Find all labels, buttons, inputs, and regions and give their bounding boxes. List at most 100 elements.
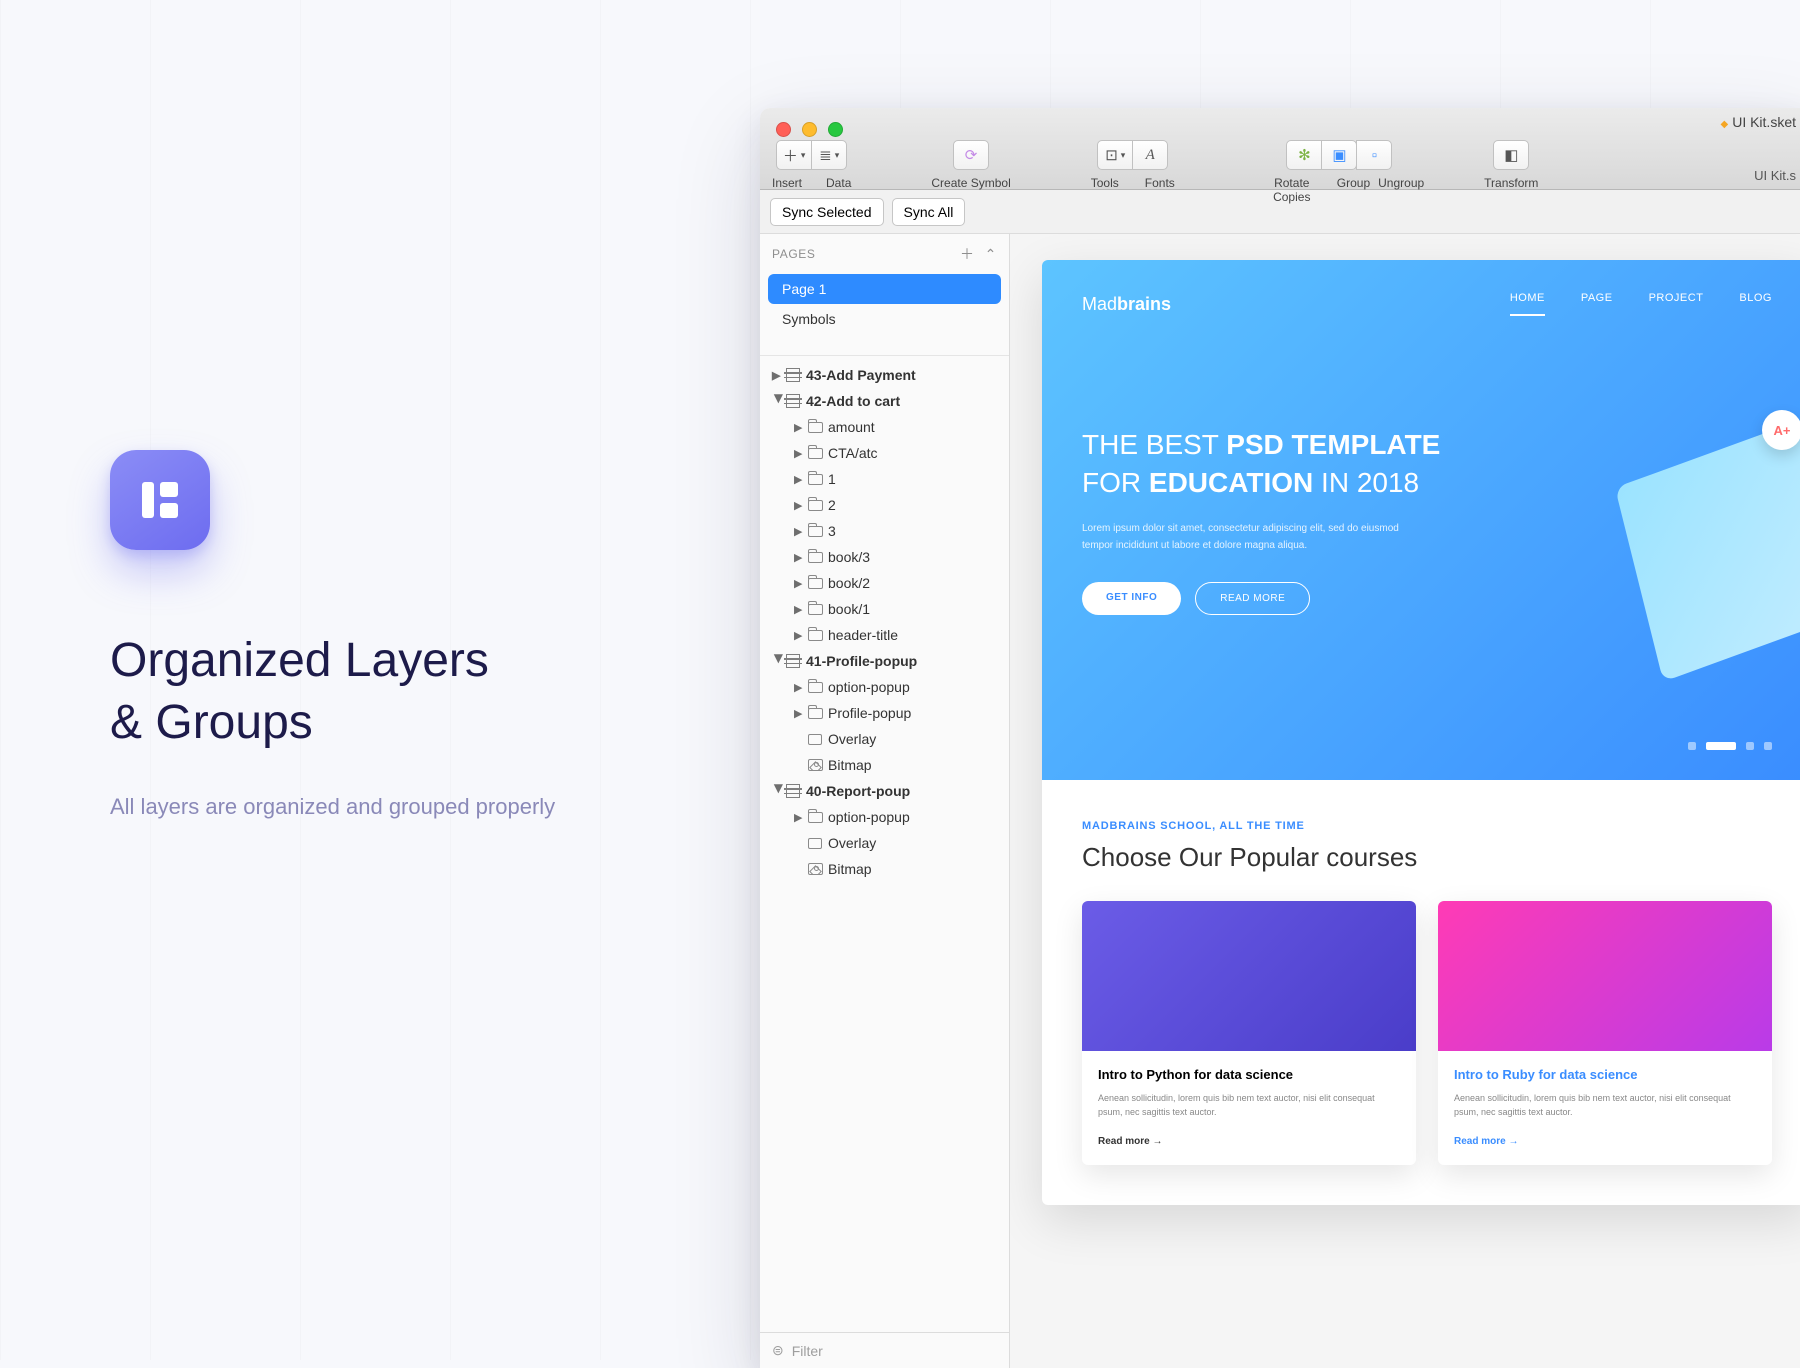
disclosure-arrow-icon[interactable]: ▶ [794, 811, 808, 824]
layer-row[interactable]: ▶option-popup [760, 804, 1009, 830]
layer-label: amount [828, 419, 875, 435]
insert-button[interactable]: ＋ ▾ [776, 140, 812, 170]
layer-row[interactable]: Overlay [760, 830, 1009, 856]
course-card[interactable]: Intro to Python for data science Aenean … [1082, 901, 1416, 1165]
course-card[interactable]: Intro to Ruby for data science Aenean so… [1438, 901, 1772, 1165]
disclosure-arrow-icon[interactable]: ▶ [794, 473, 808, 486]
layer-row[interactable]: Bitmap [760, 856, 1009, 882]
get-info-button[interactable]: GET INFO [1082, 582, 1181, 615]
collapse-pages-icon[interactable]: ⌃ [985, 246, 997, 263]
layer-row[interactable]: ▶43-Add Payment [760, 362, 1009, 388]
course-title: Intro to Ruby for data science [1454, 1067, 1756, 1082]
disclosure-arrow-icon[interactable]: ▶ [794, 499, 808, 512]
layer-label: 41-Profile-popup [806, 653, 917, 669]
rect-icon [808, 838, 828, 849]
minimize-icon[interactable] [802, 122, 817, 137]
read-more-button[interactable]: READ MORE [1195, 582, 1310, 615]
nav-link[interactable]: BLOG [1739, 292, 1772, 316]
add-page-icon[interactable]: ＋ [960, 244, 975, 264]
promo-block: Organized Layers& Groups All layers are … [110, 450, 670, 824]
transform-button[interactable]: ◧ [1493, 140, 1529, 170]
maximize-icon[interactable] [828, 122, 843, 137]
rect-icon [808, 734, 828, 745]
disclosure-arrow-icon[interactable]: ▶ [772, 369, 786, 382]
tools-button[interactable]: ⊡ ▾ [1097, 140, 1133, 170]
course-desc: Aenean sollicitudin, lorem quis bib nem … [1454, 1092, 1756, 1119]
layer-label: Bitmap [828, 757, 872, 773]
course-image [1082, 901, 1416, 1051]
layer-label: Overlay [828, 731, 876, 747]
disclosure-arrow-icon[interactable]: ▶ [794, 551, 808, 564]
hero-description: Lorem ipsum dolor sit amet, consectetur … [1082, 520, 1422, 554]
layer-row[interactable]: ▶3 [760, 518, 1009, 544]
section-eyebrow: MADBRAINS SCHOOL, ALL THE TIME [1082, 820, 1772, 832]
promo-subtitle: All layers are organized and grouped pro… [110, 789, 670, 824]
group-button[interactable]: ▣ [1321, 140, 1357, 170]
create-symbol-button[interactable]: ⟳ [953, 140, 989, 170]
layer-row[interactable]: ▶ book/1 [760, 596, 1009, 622]
nav-link[interactable]: PROJECT [1649, 292, 1704, 316]
canvas[interactable]: Madbrains HOME PAGE PROJECT BLOG THE BES… [1010, 234, 1800, 1368]
page-item-selected[interactable]: Page 1 [768, 274, 1001, 304]
nav-link[interactable]: HOME [1510, 292, 1545, 316]
data-button[interactable]: ≣ ▾ [811, 140, 847, 170]
rotate-copies-button[interactable]: ✻ [1286, 140, 1322, 170]
layer-row[interactable]: ▶1 [760, 466, 1009, 492]
layer-label: 40-Report-poup [806, 783, 910, 799]
folder-icon [808, 552, 828, 563]
layer-row[interactable]: ▶ amount [760, 414, 1009, 440]
folder-icon [808, 526, 828, 537]
slide-indicator[interactable] [1688, 742, 1772, 750]
layer-row[interactable]: ▶ 40-Report-poup [760, 778, 1009, 804]
layer-label: book/3 [828, 549, 870, 565]
window-subtitle: UI Kit.s [1754, 168, 1796, 183]
disclosure-arrow-icon[interactable]: ▶ [794, 577, 808, 590]
disclosure-arrow-icon[interactable]: ▶ [794, 525, 808, 538]
folder-icon [808, 708, 828, 719]
layer-row[interactable]: ▶42-Add to cart [760, 388, 1009, 414]
disclosure-arrow-icon[interactable]: ▶ [773, 654, 786, 668]
course-link[interactable]: Read more → [1098, 1136, 1162, 1147]
course-link[interactable]: Read more → [1454, 1136, 1518, 1147]
course-image [1438, 901, 1772, 1051]
close-icon[interactable] [776, 122, 791, 137]
disclosure-arrow-icon[interactable]: ▶ [794, 707, 808, 720]
layer-row[interactable]: ▶ 41-Profile-popup [760, 648, 1009, 674]
layer-row[interactable]: ▶book/2 [760, 570, 1009, 596]
grade-badge: A+ [1762, 410, 1800, 450]
window-titlebar: ◆UI Kit.sket UI Kit.s ＋ ▾ ≣ ▾ Insert Dat… [760, 108, 1800, 190]
disclosure-arrow-icon[interactable]: ▶ [794, 447, 808, 460]
ungroup-button[interactable]: ▫ [1356, 140, 1392, 170]
layer-label: 1 [828, 471, 836, 487]
folder-icon [808, 500, 828, 511]
layer-row[interactable]: ▶Profile-popup [760, 700, 1009, 726]
layer-label: book/1 [828, 601, 870, 617]
fonts-button[interactable]: A [1132, 140, 1168, 170]
layer-row[interactable]: ▶option-popup [760, 674, 1009, 700]
disclosure-arrow-icon[interactable]: ▶ [773, 394, 786, 408]
disclosure-arrow-icon[interactable]: ▶ [794, 603, 808, 616]
layer-row[interactable]: ▶header-title [760, 622, 1009, 648]
layer-row[interactable]: ▶CTA/atc [760, 440, 1009, 466]
disclosure-arrow-icon[interactable]: ▶ [794, 421, 808, 434]
folder-icon [808, 448, 828, 459]
brand-logo[interactable]: Madbrains [1082, 294, 1171, 315]
disclosure-arrow-icon[interactable]: ▶ [794, 681, 808, 694]
layer-row[interactable]: ▶2 [760, 492, 1009, 518]
layer-row[interactable]: Bitmap [760, 752, 1009, 778]
disclosure-arrow-icon[interactable]: ▶ [794, 629, 808, 642]
course-title: Intro to Python for data science [1098, 1067, 1400, 1082]
layer-row[interactable]: Overlay [760, 726, 1009, 752]
nav-link[interactable]: PAGE [1581, 292, 1613, 316]
page-item[interactable]: Symbols [760, 304, 1009, 334]
layers-sidebar: PAGES ＋ ⌃ Page 1 Symbols ▶43-Add Payment… [760, 234, 1010, 1368]
layer-row[interactable]: ▶ book/3 [760, 544, 1009, 570]
folder-icon [808, 604, 828, 615]
layer-label: 2 [828, 497, 836, 513]
filter-row[interactable]: ⊜ Filter [760, 1332, 1009, 1368]
disclosure-arrow-icon[interactable]: ▶ [773, 784, 786, 798]
pages-header: PAGES ＋ ⌃ [760, 234, 1009, 274]
artboard-icon [786, 368, 806, 382]
artboard-icon [786, 394, 806, 408]
design-artboard: Madbrains HOME PAGE PROJECT BLOG THE BES… [1042, 260, 1800, 1205]
